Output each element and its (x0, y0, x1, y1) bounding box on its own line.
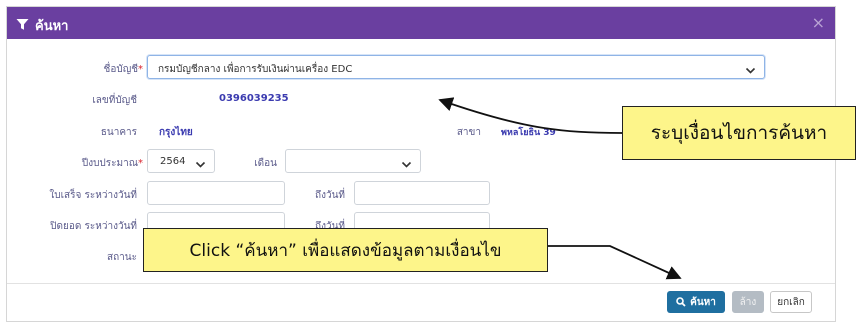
search-arrow (548, 245, 682, 280)
condition-callout: ระบุเงื่อนไขการค้นหา (622, 106, 856, 160)
annotation-arrows (438, 97, 682, 280)
condition-arrow (438, 97, 623, 134)
condition-callout-text: ระบุเงื่อนไขการค้นหา (650, 122, 828, 144)
search-callout-text: Click “ค้นหา” เพื่อแสดงข้อมูลตามเงื่อนไข (189, 240, 502, 261)
search-callout: Click “ค้นหา” เพื่อแสดงข้อมูลตามเงื่อนไข (143, 228, 548, 272)
